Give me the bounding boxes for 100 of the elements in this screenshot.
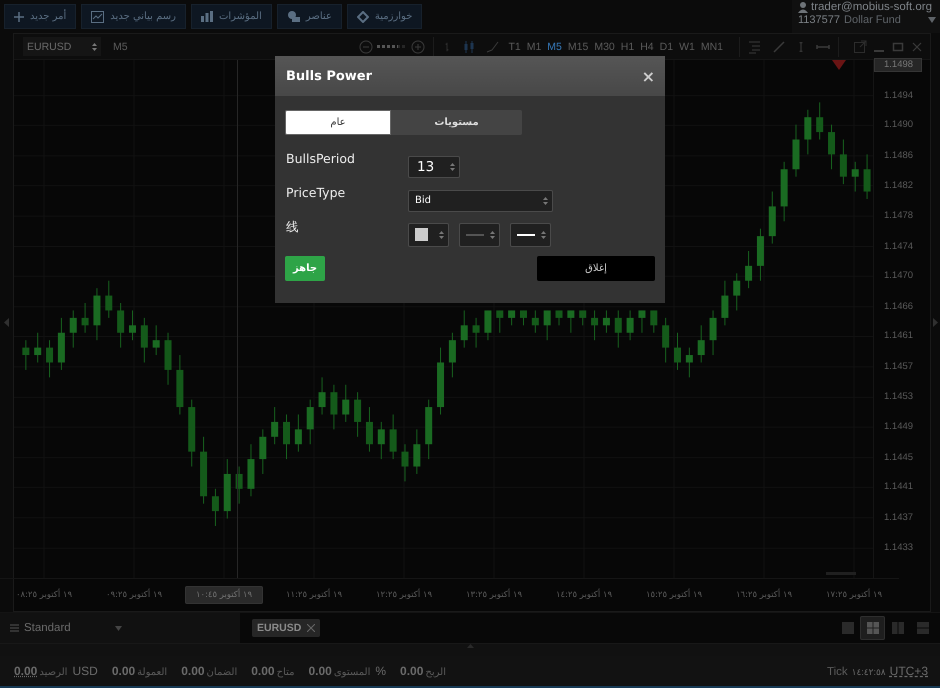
stat-value: 0.00: [14, 664, 38, 678]
candlestick: [556, 310, 563, 326]
stat-value: 0.00: [112, 664, 136, 678]
stat-value: 0.00: [400, 664, 424, 678]
close-icon[interactable]: [307, 624, 316, 632]
candlestick: [271, 406, 278, 445]
line-width-icon: [517, 232, 535, 236]
dialog-title: Bulls Power: [286, 68, 372, 84]
account-selector[interactable]: 1137577 Dollar Fund: [798, 14, 936, 26]
parameter-label: PriceType: [285, 185, 346, 200]
price-label: 1.1457: [884, 360, 914, 373]
dialog-tab[interactable]: مستويات: [391, 110, 522, 135]
menu-icon: [10, 624, 19, 632]
line-chart-icon[interactable]: [486, 40, 500, 54]
candlestick: [733, 272, 740, 311]
timeframe-label: M5: [113, 40, 128, 52]
time-label: ١٩ أكتوبر ١٧:٢٥: [824, 588, 884, 602]
right-arrow-icon[interactable]: [933, 318, 938, 327]
single-layout-icon: [840, 621, 854, 635]
toolbar-button[interactable]: أمر جديد: [4, 4, 76, 29]
parameter-label: 线: [285, 219, 300, 236]
candlestick: [638, 310, 646, 334]
candlestick: [318, 376, 326, 415]
toolbar-button[interactable]: رسم بياني جديد: [81, 4, 186, 29]
candlestick: [413, 428, 420, 474]
candlestick: [496, 310, 504, 334]
spinner-icon: [450, 162, 455, 172]
stat-value: 0.00: [308, 664, 332, 678]
layout-button[interactable]: [860, 616, 885, 640]
candlestick: [816, 102, 824, 140]
candlestick: [105, 280, 112, 318]
line-style-select[interactable]: [459, 222, 500, 246]
timeframe-button[interactable]: T1: [508, 40, 521, 52]
candlestick: [283, 414, 290, 460]
timeframe-button[interactable]: H4: [640, 40, 654, 52]
diamond-icon: [356, 10, 369, 22]
toolbar-button[interactable]: المؤشرات: [190, 4, 272, 29]
timezone-link[interactable]: UTC+3: [890, 664, 928, 678]
left-arrow-icon[interactable]: [4, 318, 9, 327]
stat-value: 0.00: [181, 664, 205, 678]
caret-icon: [115, 626, 122, 630]
candlestick: [401, 444, 408, 482]
candlestick: [710, 310, 717, 356]
timeframe-button[interactable]: MN1: [700, 40, 723, 52]
timeframe-button[interactable]: H1: [620, 40, 634, 52]
dialog-tab[interactable]: عام: [285, 110, 391, 135]
time-label: ١٩ أكتوبر ١٦:٢٥: [734, 588, 794, 602]
parameter-label: BullsPeriod: [285, 151, 356, 166]
candlestick: [840, 139, 847, 185]
number-field[interactable]: 13: [408, 156, 460, 178]
zoom-out-icon[interactable]: [359, 40, 374, 54]
timeframe-button[interactable]: M1: [526, 40, 542, 52]
candlestick: [294, 414, 302, 452]
close-button[interactable]: ×: [642, 66, 655, 86]
timeframe-button[interactable]: M30: [594, 40, 615, 52]
candlestick: [378, 421, 385, 460]
spinner-icon: [92, 42, 97, 52]
stat-label: العمولة: [137, 667, 168, 678]
zoom-in-icon[interactable]: [411, 40, 426, 54]
price-label: 1.1445: [884, 452, 914, 464]
columns-layout-icon: [890, 621, 904, 635]
time-label: ١٩ أكتوبر ١٥:٢٥: [644, 588, 704, 602]
stat-value: 0.00: [251, 664, 275, 678]
price-label: 1.1490: [884, 119, 914, 132]
fibonacci-icon[interactable]: [748, 40, 762, 54]
profile-selector[interactable]: Standard: [0, 613, 240, 643]
symbol-selector[interactable]: EURUSD: [23, 37, 101, 56]
bar-chart-icon: [200, 11, 213, 22]
price-label: 1.1461: [884, 330, 914, 342]
candlestick: [34, 332, 42, 363]
candlestick: [82, 302, 89, 334]
chart-tab[interactable]: EURUSD: [252, 619, 320, 637]
candlestick: [259, 428, 266, 474]
trend-line-icon[interactable]: [772, 40, 786, 54]
close-button[interactable]: إغلاق: [537, 256, 655, 281]
candles-icon[interactable]: [462, 40, 476, 54]
tick-label: Tick: [826, 666, 848, 678]
line-width-select[interactable]: [510, 222, 551, 246]
popout-icon[interactable]: [853, 40, 867, 54]
toolbar-button[interactable]: خوارزمية: [346, 4, 422, 29]
candlestick: [306, 399, 314, 445]
candlestick: [567, 310, 574, 334]
toolbar-button[interactable]: عناصر: [276, 4, 342, 29]
time-label: ١٩ أكتوبر ٠٨:٢٥: [14, 588, 74, 602]
timeframe-button[interactable]: M15: [568, 40, 588, 52]
confirm-button[interactable]: جاهز: [285, 256, 325, 281]
timeframe-button[interactable]: W1: [679, 40, 695, 52]
candlestick: [472, 317, 480, 348]
select-field[interactable]: Bid: [408, 190, 553, 212]
candlestick: [532, 310, 539, 334]
zoom-slider[interactable]: [377, 45, 408, 48]
color-select[interactable]: [408, 222, 449, 246]
close-icon[interactable]: [910, 40, 924, 54]
price-label: 1.1466: [884, 300, 914, 313]
candlestick: [70, 310, 77, 348]
price-label: 1.1478: [884, 210, 914, 222]
timeframe-button[interactable]: D1: [660, 40, 674, 52]
price-label: 1.1441: [884, 481, 914, 494]
timeframe-button[interactable]: M5: [547, 40, 562, 52]
candlestick: [591, 310, 598, 341]
